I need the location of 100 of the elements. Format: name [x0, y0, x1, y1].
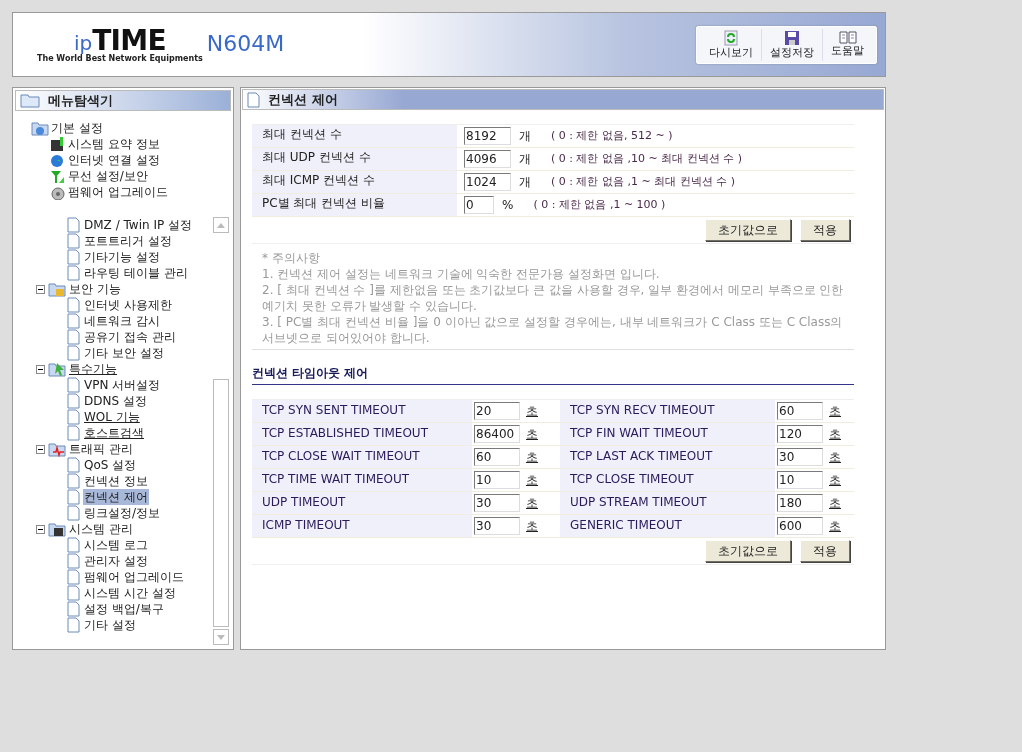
menu-item[interactable]: DDNS 설정 [83, 393, 148, 409]
hint-text: ( 0 : 제한 없음, 512 ~ ) [551, 127, 673, 144]
menu-item[interactable]: 컨넥션 정보 [83, 473, 149, 489]
collapse-icon[interactable] [36, 524, 45, 534]
folder-icon [48, 441, 66, 457]
logo-prefix: ip [73, 32, 93, 53]
menu-item[interactable]: 네트워크 감시 [83, 313, 161, 329]
menu-item[interactable]: 시스템 시간 설정 [83, 585, 177, 601]
scroll-thumb[interactable] [213, 379, 229, 627]
unit-label: 초 [526, 472, 538, 489]
menu-group[interactable]: 시스템 관리 [69, 521, 133, 537]
menu-item[interactable]: WOL 기능 [83, 409, 141, 425]
menu-item[interactable]: 무선 설정/보안 [68, 168, 148, 184]
logo-wordmark: TIME [92, 26, 166, 55]
note-text: 2. [ 최대 컨넥션 수 ]를 제한없음 또는 초기값보다 큰 값을 사용할 경우, 일부 환경에서 메모리 부족으로 인한 예기치 못한 오류가 발생할 수 있습니다. [262, 282, 845, 314]
unit-label: 초 [829, 403, 841, 420]
number-field[interactable]: 4096 [464, 150, 511, 168]
page-icon [67, 313, 80, 329]
unit-label: 초 [526, 495, 538, 512]
form-button[interactable]: 초기값으로 [705, 219, 791, 241]
menu-item[interactable]: 컨넥션 제어 [83, 489, 149, 505]
number-field[interactable]: 8192 [464, 127, 511, 145]
number-field[interactable]: 120 [777, 425, 823, 443]
number-field[interactable]: 60 [777, 402, 823, 420]
number-field[interactable]: 20 [474, 402, 520, 420]
page-icon [247, 91, 260, 108]
label-cell: PC별 최대 컨넥션 비율 [252, 194, 457, 216]
logo-tagline: The World Best Network Equipments [37, 54, 203, 63]
menu-item[interactable]: 관리자 설정 [83, 553, 149, 569]
note-text: 3. [ PC별 최대 컨넥션 비율 ]을 0 이아닌 값으로 설정할 경우에는, 내부 네트워크가 C Class 또는 C Class의 서브넷으로 되어있어야 합니다. [262, 314, 844, 346]
menu-item[interactable]: 인터넷 연결 설정 [68, 152, 160, 168]
hint-text: ( 0 : 제한 없음 ,1 ~ 최대 컨넥션 수 ) [551, 173, 735, 190]
monitor-icon [49, 136, 66, 152]
page-title: 컨넥션 제어 [268, 90, 338, 109]
toolbar-button[interactable]: 설정저장 [761, 28, 822, 61]
form-button[interactable]: 초기값으로 [705, 540, 791, 562]
menu-item[interactable]: 시스템 로그 [83, 537, 149, 553]
label-cell: ICMP TIMEOUT [252, 515, 472, 537]
menu-item[interactable]: 호스트검색 [83, 425, 145, 441]
form-button[interactable]: 적용 [800, 219, 850, 241]
menu-item[interactable]: 인터넷 사용제한 [83, 297, 173, 313]
collapse-icon[interactable] [36, 444, 45, 454]
number-field[interactable]: 10 [777, 471, 823, 489]
unit-label: 초 [526, 403, 538, 420]
label-cell: TCP SYN SENT TIMEOUT [252, 400, 472, 422]
number-field[interactable]: 60 [474, 448, 520, 466]
menu-group[interactable]: 기본 설정 [51, 120, 103, 136]
form-button[interactable]: 적용 [800, 540, 850, 562]
menu-item[interactable]: 펌웨어 업그레이드 [68, 184, 168, 200]
label-cell: TCP TIME WAIT TIMEOUT [252, 469, 472, 491]
page-icon [67, 409, 80, 425]
page-icon [67, 233, 80, 249]
page-icon [67, 473, 80, 489]
page-icon [67, 585, 80, 601]
menu-item[interactable]: 기타기능 설정 [83, 249, 161, 265]
unit-label: 개 [519, 128, 531, 145]
menu-item[interactable]: 시스템 요약 정보 [68, 136, 160, 152]
toolbar-button[interactable]: 도움말 [822, 28, 872, 61]
hint-text: ( 0 : 제한 없음 ,10 ~ 최대 컨넥션 수 ) [551, 150, 742, 167]
menu-item[interactable]: 기타 보안 설정 [83, 345, 165, 361]
number-field[interactable]: 10 [474, 471, 520, 489]
page-icon [67, 553, 80, 569]
number-field[interactable]: 30 [474, 517, 520, 535]
number-field[interactable]: 86400 [474, 425, 520, 443]
collapse-icon[interactable] [36, 284, 45, 294]
unit-label: 개 [519, 151, 531, 168]
folder-icon [20, 93, 40, 108]
unit-label: 초 [829, 495, 841, 512]
menu-item[interactable]: QoS 설정 [83, 457, 138, 473]
collapse-icon[interactable] [36, 364, 45, 374]
menu-item[interactable]: 라우팅 테이블 관리 [83, 265, 189, 281]
menu-group[interactable]: 트래픽 관리 [69, 441, 133, 457]
menu-group[interactable]: 보안 기능 [69, 281, 121, 297]
label-cell: TCP CLOSE WAIT TIMEOUT [252, 446, 472, 468]
page-icon [67, 617, 80, 633]
menu-group[interactable]: 특수기능 [69, 361, 117, 377]
unit-label: 초 [829, 518, 841, 535]
menu-item[interactable]: DMZ / Twin IP 설정 [83, 217, 193, 233]
scrollbar[interactable] [213, 217, 229, 645]
menu-item[interactable]: 링크설정/정보 [83, 505, 162, 521]
unit-label: 초 [526, 449, 538, 466]
menu-item[interactable]: 설정 백업/복구 [83, 601, 165, 617]
number-field[interactable]: 180 [777, 494, 823, 512]
menu-item[interactable]: 포트트리거 설정 [83, 233, 173, 249]
number-field[interactable]: 1024 [464, 173, 511, 191]
unit-label: % [502, 197, 514, 214]
menu-item[interactable]: 기타 설정 [83, 617, 137, 633]
note-text: 1. 컨넥션 제어 설정는 네트워크 기술에 익숙한 전문가용 설정화면 입니다. [262, 266, 661, 282]
label-cell: 최대 UDP 컨넥션 수 [252, 148, 457, 170]
menu-item[interactable]: 펌웨어 업그레이드 [83, 569, 185, 585]
unit-label: 초 [526, 518, 538, 535]
page-icon [67, 393, 80, 409]
folder-icon [31, 120, 49, 136]
number-field[interactable]: 0 [464, 196, 494, 214]
number-field[interactable]: 30 [777, 448, 823, 466]
menu-item[interactable]: VPN 서버설정 [83, 377, 162, 393]
menu-item[interactable]: 공유기 접속 관리 [83, 329, 177, 345]
number-field[interactable]: 30 [474, 494, 520, 512]
toolbar-button[interactable]: 다시보기 [701, 28, 761, 61]
number-field[interactable]: 600 [777, 517, 823, 535]
